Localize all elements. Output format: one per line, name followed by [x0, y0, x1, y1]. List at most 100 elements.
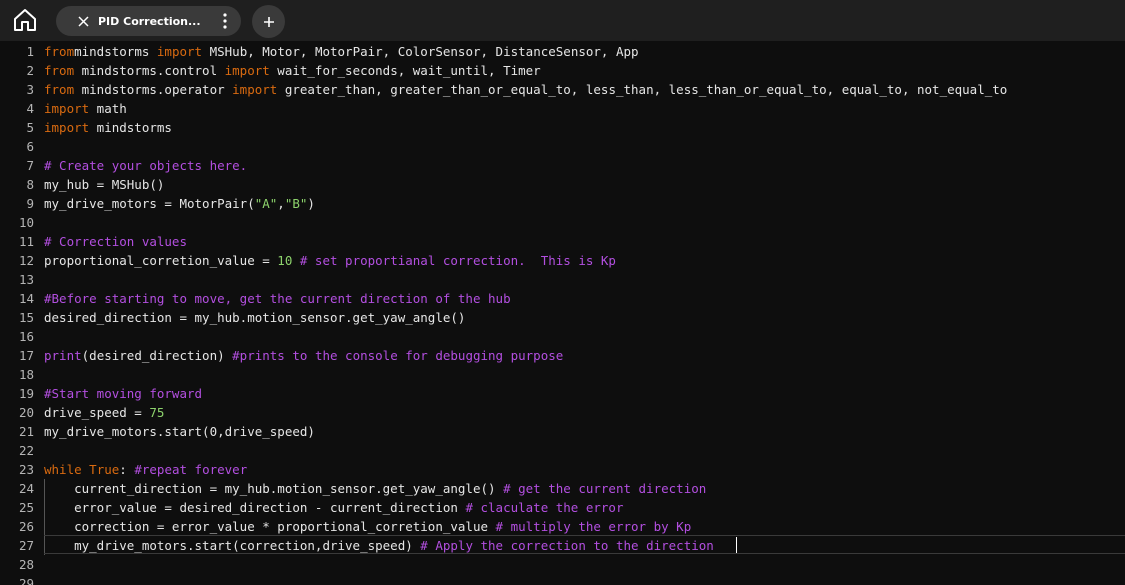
code-text: correction = error_value * proportional_… — [44, 517, 691, 536]
code-line[interactable]: 4 import math — [0, 99, 1125, 118]
line-number: 3 — [26, 82, 34, 97]
plus-icon — [263, 16, 274, 27]
code-line[interactable]: 13 — [0, 270, 1125, 289]
home-button[interactable] — [9, 4, 41, 36]
code-token: #Start moving forward — [44, 386, 203, 401]
code-token: 10 — [277, 253, 293, 268]
code-token: mindstorms — [89, 120, 172, 135]
code-line[interactable]: 8 my_hub = MSHub() — [0, 175, 1125, 194]
code-line[interactable]: 17 print(desired_direction) #prints to th… — [0, 346, 1125, 365]
code-token: "A" — [254, 196, 278, 211]
code-token: import — [156, 44, 203, 59]
line-number: 1 — [26, 44, 34, 59]
line-number: 2 — [26, 63, 34, 78]
code-token: True — [81, 462, 120, 477]
line-number: 21 — [18, 424, 34, 439]
code-line[interactable]: 9 my_drive_motors = MotorPair("A","B") — [0, 194, 1125, 213]
code-line[interactable]: 29 — [0, 574, 1125, 585]
code-line[interactable]: 18 — [0, 365, 1125, 384]
line-number: 19 — [18, 386, 34, 401]
code-line[interactable]: 22 — [0, 441, 1125, 460]
code-line[interactable]: 7 # Create your objects here. — [0, 156, 1125, 175]
code-token: #Before starting to move, get the curren… — [44, 291, 511, 306]
code-token: # Correction values — [44, 234, 187, 249]
code-token: #prints to the console for debugging pur… — [232, 348, 564, 363]
code-line[interactable]: 28 — [0, 555, 1125, 574]
line-number: 17 — [18, 348, 34, 363]
code-line[interactable]: 15 desired_direction = my_hub.motion_sens… — [0, 308, 1125, 327]
code-line[interactable]: 26 correction = error_value * proportion… — [0, 517, 1125, 536]
code-token: ) — [307, 196, 315, 211]
code-line[interactable]: 2 from mindstorms.control import wait_for… — [0, 61, 1125, 80]
line-number: 22 — [18, 443, 34, 458]
code-line[interactable]: 25 error_value = desired_direction - cur… — [0, 498, 1125, 517]
line-number: 9 — [26, 196, 34, 211]
tab-title: PID Correction... — [98, 14, 201, 28]
line-number: 13 — [18, 272, 34, 287]
code-text: error_value = desired_direction - curren… — [44, 498, 623, 517]
code-token: #repeat forever — [134, 462, 248, 477]
code-text: # Create your objects here. — [44, 156, 247, 175]
code-line[interactable]: 23 while True: #repeat forever — [0, 460, 1125, 479]
line-number: 29 — [18, 576, 34, 585]
line-number: 10 — [18, 215, 34, 230]
tab-bar: PID Correction... — [0, 0, 1125, 41]
code-line[interactable]: 6 — [0, 137, 1125, 156]
line-number: 23 — [18, 462, 34, 477]
code-line[interactable]: 3 from mindstorms.operator import greater… — [0, 80, 1125, 99]
code-line[interactable]: 20 drive_speed = 75 — [0, 403, 1125, 422]
code-token: my_hub = MSHub() — [44, 177, 165, 192]
code-line[interactable]: 14 #Before starting to move, get the curr… — [0, 289, 1125, 308]
line-number: 26 — [18, 519, 34, 534]
code-line[interactable]: 24 current_direction = my_hub.motion_sen… — [0, 479, 1125, 498]
code-token: import — [224, 63, 270, 78]
code-token: greater_than, greater_than_or_equal_to, … — [277, 82, 1008, 97]
code-token: MSHub, Motor, MotorPair, ColorSensor, Di… — [202, 44, 639, 59]
code-token: # set proportianal correction. This is K… — [292, 253, 616, 268]
code-token: , — [277, 196, 285, 211]
code-text: my_hub = MSHub() — [44, 175, 164, 194]
code-text: import mindstorms — [44, 118, 172, 137]
code-line[interactable]: 12 proportional_corretion_value = 10 # se… — [0, 251, 1125, 270]
code-line[interactable]: 16 — [0, 327, 1125, 346]
line-number: 14 — [18, 291, 34, 306]
code-text: while True: #repeat forever — [44, 460, 247, 479]
new-tab-button[interactable] — [252, 5, 285, 38]
tab-menu-button[interactable] — [219, 11, 231, 31]
code-text: print(desired_direction) #prints to the … — [44, 346, 563, 365]
tab-pid-correction[interactable]: PID Correction... — [56, 6, 241, 36]
code-line[interactable]: 27 my_drive_motors.start(correction,driv… — [0, 536, 1125, 555]
code-token: # get the current direction — [503, 481, 707, 496]
code-token: from — [44, 63, 75, 78]
code-token: drive_speed = — [44, 405, 150, 420]
line-number: 28 — [18, 557, 34, 572]
code-token: my_drive_motors = MotorPair( — [44, 196, 255, 211]
code-token: correction = error_value * proportional_… — [44, 519, 496, 534]
line-number: 16 — [18, 329, 34, 344]
code-text: import math — [44, 99, 127, 118]
code-token: print — [44, 348, 82, 363]
close-tab-button[interactable] — [76, 14, 90, 28]
code-token: # claculate the error — [465, 500, 624, 515]
code-line[interactable]: 1 frommindstorms import MSHub, Motor, Mot… — [0, 42, 1125, 61]
code-line[interactable]: 19 #Start moving forward — [0, 384, 1125, 403]
code-token: from — [44, 82, 75, 97]
code-token: proportional_corretion_value = — [44, 253, 278, 268]
code-line[interactable]: 10 — [0, 213, 1125, 232]
code-token: mindstorms.control — [74, 63, 225, 78]
code-token: from — [44, 44, 75, 59]
code-token: import — [44, 120, 90, 135]
code-text: from mindstorms.control import wait_for_… — [44, 61, 541, 80]
code-token: error_value = desired_direction - curren… — [44, 500, 466, 515]
code-text: frommindstorms import MSHub, Motor, Moto… — [44, 42, 639, 61]
code-line[interactable]: 5 import mindstorms — [0, 118, 1125, 137]
home-icon — [14, 9, 36, 31]
code-text: # Correction values — [44, 232, 187, 251]
code-line[interactable]: 11 # Correction values — [0, 232, 1125, 251]
line-number: 11 — [18, 234, 34, 249]
code-token: # multiply the error by Kp — [495, 519, 692, 534]
code-line[interactable]: 21 my_drive_motors.start(0,drive_speed) — [0, 422, 1125, 441]
code-token: # Apply the correction to the direction — [420, 538, 714, 553]
code-text: my_drive_motors.start(correction,drive_s… — [44, 536, 714, 555]
code-editor[interactable]: 1 frommindstorms import MSHub, Motor, Mot… — [0, 41, 1125, 585]
